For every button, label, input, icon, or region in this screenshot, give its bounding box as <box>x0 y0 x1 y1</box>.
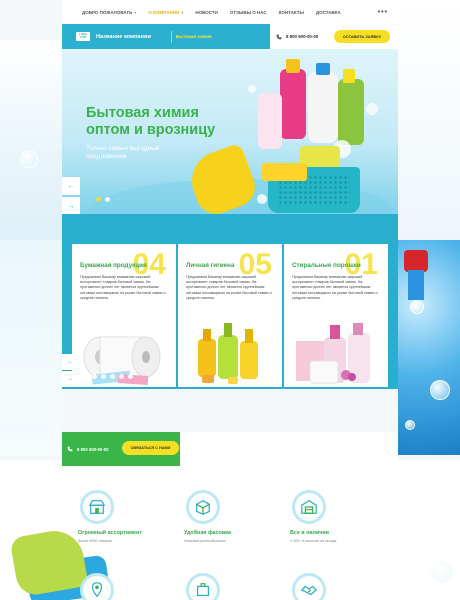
hero-title-line2: оптом и врозницу <box>86 122 216 138</box>
location-icon <box>80 573 114 600</box>
product-categories-section: 04 Бумажная продукция Предлагаем Вашему … <box>62 214 398 389</box>
benefit-item-row2 <box>274 573 380 600</box>
phone-icon <box>67 446 73 452</box>
detergent-products-image <box>296 323 370 384</box>
benefit-title: Удобная фасовка <box>184 530 231 536</box>
hero-subtitle-line2: предложения <box>86 153 127 160</box>
nav-item-about[interactable]: О КОМПАНИИ ▾ <box>148 10 183 15</box>
benefit-subtitle: Более 6000 товаров <box>78 539 112 543</box>
bubble-decoration <box>410 300 424 314</box>
main-container: ДОБРО ПОЖАЛОВАТЬ ▾ О КОМПАНИИ ▾ НОВОСТИ … <box>62 0 398 389</box>
call-bar-phone-number[interactable]: 8 800 600-00-00 <box>77 447 109 452</box>
slider-dot[interactable] <box>105 197 110 202</box>
hero-title-line1: Бытовая химия <box>86 105 199 121</box>
phone-icon <box>276 34 282 40</box>
call-bar-right <box>180 432 398 466</box>
nav-item-contacts[interactable]: КОНТАКТЫ <box>279 10 304 15</box>
category-card-paper[interactable]: 04 Бумажная продукция Предлагаем Вашему … <box>72 244 176 387</box>
card-title: Личная гигиена <box>186 262 235 269</box>
contact-us-button[interactable]: СВЯЗАТЬСЯ С НАМИ <box>122 441 179 455</box>
category-card-detergents[interactable]: 01 Стиральные порошки Предлагаем Вашему … <box>284 244 388 387</box>
nav-item-label: ОТЗЫВЫ О НАС <box>229 9 267 15</box>
bubble-decoration <box>430 380 450 400</box>
nav-item-label: ДОСТАВКА <box>315 9 341 15</box>
hero-prev-arrow-icon[interactable]: ← <box>62 177 80 195</box>
package-icon <box>186 573 220 600</box>
categories-slider-dots <box>92 374 133 379</box>
categories-next-arrow-icon[interactable]: → <box>62 371 78 387</box>
nav-item-delivery[interactable]: ДОСТАВКА <box>316 10 341 15</box>
benefit-subtitle: 4 000+ в наличии на складе <box>290 539 337 543</box>
slider-dot[interactable] <box>101 374 106 379</box>
chevron-down-icon: ▾ <box>134 9 137 15</box>
hero-subtitle: Только самые выгодные предложения <box>86 145 159 161</box>
card-description: Предлагаем Вашему вниманию широкий ассор… <box>186 275 272 300</box>
benefit-title: Все в наличии <box>290 530 329 536</box>
top-navigation: ДОБРО ПОЖАЛОВАТЬ ▾ О КОМПАНИИ ▾ НОВОСТИ … <box>62 0 398 24</box>
benefits-row <box>62 573 398 600</box>
bubble-decoration <box>430 560 454 584</box>
left-bg-panel <box>0 40 62 250</box>
benefit-item-row2 <box>168 573 274 600</box>
left-bg-band <box>0 240 62 455</box>
hero-banner: Бытовая химия оптом и врозницу Только са… <box>62 49 398 214</box>
nav-item-label: КОНТАКТЫ <box>278 9 304 15</box>
nav-item-label: НОВОСТИ <box>195 9 218 15</box>
benefits-section: Огромный ассортимент Более 6000 товаров … <box>62 490 398 600</box>
slider-dot[interactable] <box>96 197 101 202</box>
request-button[interactable]: ОСТАВИТЬ ЗАЯВКУ <box>334 30 390 43</box>
hero-title: Бытовая химия оптом и врозницу <box>86 105 215 139</box>
header-phone-number[interactable]: 8 800 600-00-00 <box>286 34 318 39</box>
nav-item-news[interactable]: НОВОСТИ <box>195 10 218 15</box>
card-title: Бумажная продукция <box>80 262 147 269</box>
header-contact-area: 8 800 600-00-00 ОСТАВИТЬ ЗАЯВКУ <box>270 24 398 49</box>
benefits-row: Огромный ассортимент Более 6000 товаров … <box>62 490 398 543</box>
handshake-icon <box>292 573 326 600</box>
header-tagline: Бытовая химия <box>175 34 212 39</box>
company-name: Название компании <box>96 33 151 40</box>
bubble-decoration <box>405 420 415 430</box>
benefit-title: Огромный ассортимент <box>78 530 142 536</box>
header-divider <box>170 30 172 43</box>
category-card-hygiene[interactable]: 05 Личная гигиена Предлагаем Вашему вним… <box>178 244 282 387</box>
slider-dot[interactable] <box>119 374 124 379</box>
hero-slider-dots <box>96 197 110 202</box>
bottle-neck <box>408 270 424 300</box>
hero-next-arrow-icon[interactable]: → <box>62 197 80 214</box>
card-title: Стиральные порошки <box>292 262 361 269</box>
site-header: LOGO TYPE Название компании Бытовая хими… <box>62 24 398 49</box>
box-icon <box>186 490 220 524</box>
benefit-subtitle: Упаковка разнообразная <box>184 539 226 543</box>
benefit-item-assortment: Огромный ассортимент Более 6000 товаров <box>62 490 168 543</box>
nav-item-label: О КОМПАНИИ <box>148 9 180 15</box>
warehouse-icon <box>292 490 326 524</box>
card-description: Предлагаем Вашему вниманию широкий ассор… <box>80 275 166 300</box>
slider-dot[interactable] <box>92 374 97 379</box>
category-cards: 04 Бумажная продукция Предлагаем Вашему … <box>72 244 388 387</box>
nav-item-welcome[interactable]: ДОБРО ПОЖАЛОВАТЬ ▾ <box>82 10 136 15</box>
benefit-item-row2 <box>62 573 168 600</box>
slider-dot[interactable] <box>110 374 115 379</box>
logo[interactable]: LOGO TYPE <box>76 32 90 41</box>
hero-subtitle-line1: Только самые выгодные <box>86 145 160 152</box>
bottle-cap <box>404 250 428 272</box>
store-icon <box>80 490 114 524</box>
categories-prev-arrow-icon[interactable]: ← <box>62 354 78 370</box>
nav-item-reviews[interactable]: ОТЗЫВЫ О НАС <box>230 10 267 15</box>
card-description: Предлагаем Вашему вниманию широкий ассор… <box>292 275 378 300</box>
benefit-item-packaging: Удобная фасовка Упаковка разнообразная <box>168 490 274 543</box>
nav-item-label: ДОБРО ПОЖАЛОВАТЬ <box>82 9 133 15</box>
hygiene-products-image <box>198 323 258 384</box>
sponge-image <box>262 163 307 181</box>
slider-dot[interactable] <box>128 374 133 379</box>
chevron-down-icon: ▾ <box>181 9 184 15</box>
right-bg-panel <box>398 0 460 250</box>
benefit-item-stock: Все в наличии 4 000+ в наличии на складе <box>274 490 380 543</box>
bubble-decoration <box>20 150 38 168</box>
more-menu-icon[interactable]: ••• <box>378 9 388 16</box>
